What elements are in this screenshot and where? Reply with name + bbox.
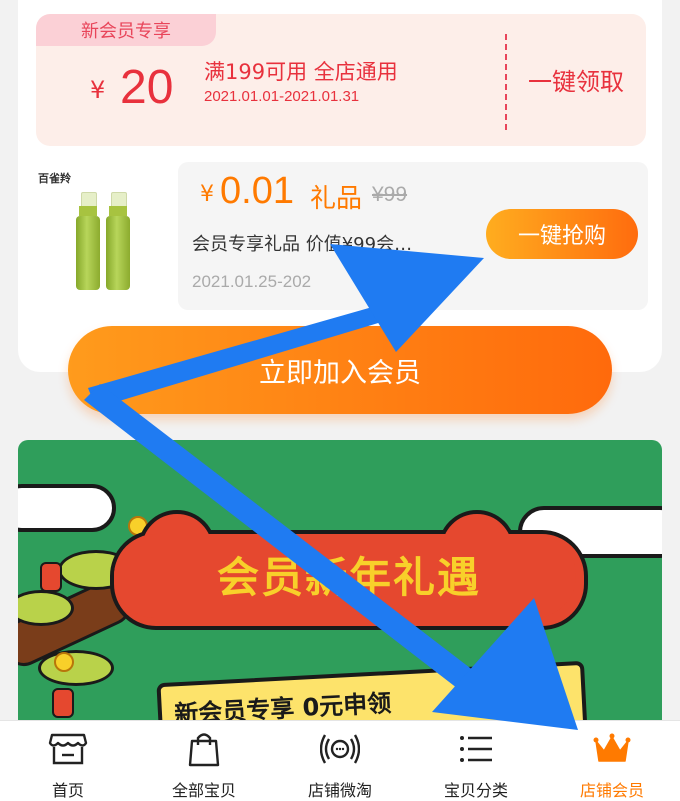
storefront-icon	[48, 733, 88, 765]
gift-price: 0.01	[220, 170, 294, 212]
brand-logo: 百雀羚	[38, 172, 71, 185]
claim-coupon-button[interactable]: 一键领取	[528, 62, 624, 97]
coin-icon	[54, 652, 74, 672]
bottle-left	[76, 192, 100, 292]
nav-label-membership: 店铺会员	[579, 781, 644, 800]
list-icon	[460, 736, 492, 762]
crown-icon	[593, 733, 631, 762]
nav-label-categories: 宝贝分类	[443, 781, 508, 800]
gift-description: 会员专享礼品 价值¥99会…	[192, 234, 413, 255]
banner-title: 会员新年礼遇	[216, 553, 481, 602]
coupon-validity: 2021.01.01-2021.01.31	[204, 88, 360, 105]
coupon-amount: 20	[120, 61, 174, 114]
nav-item-weitao[interactable]: 店铺微淘	[272, 721, 408, 801]
pine-leaf	[38, 650, 114, 686]
gift-validity: 2021.01.25-202	[192, 272, 312, 291]
nav-item-membership[interactable]: 店铺会员	[544, 721, 680, 801]
lantern-icon	[52, 688, 74, 718]
join-membership-button[interactable]: 立即加入会员	[68, 326, 612, 414]
nav-item-categories[interactable]: 宝贝分类	[408, 721, 544, 801]
bottom-nav: 首页 全部宝贝 店铺微淘 宝贝分类 店铺会员	[0, 720, 680, 801]
original-price: ¥99	[372, 183, 408, 206]
nav-item-all-items[interactable]: 全部宝贝	[136, 721, 272, 801]
nav-label-home: 首页	[51, 781, 84, 800]
new-year-banner[interactable]: 会员新年礼遇 新会员专享 0元申领	[18, 440, 662, 730]
coupon-condition: 满199可用 全店通用	[204, 60, 398, 84]
gift-item: 百雀羚 ¥ 0.01 礼品 ¥99 会员专享礼品 价值¥99会… 2021.01…	[28, 162, 648, 310]
nav-label-weitao: 店铺微淘	[307, 781, 372, 800]
new-member-tag: 新会员专享	[36, 14, 216, 46]
coupon-currency: ¥	[90, 76, 106, 104]
broadcast-icon	[320, 734, 360, 764]
lantern-icon	[40, 562, 62, 592]
shopping-bag-icon	[188, 733, 220, 767]
nav-item-home[interactable]: 首页	[0, 721, 136, 801]
gift-currency: ¥	[200, 182, 214, 207]
gift-type-label: 礼品	[310, 184, 363, 214]
coupon-card: 新会员专享 ¥ 20 满199可用 全店通用 2021.01.01-2021.0…	[36, 14, 646, 146]
grab-gift-button[interactable]: 一键抢购	[486, 209, 638, 259]
gift-info-panel: ¥ 0.01 礼品 ¥99 会员专享礼品 价值¥99会… 2021.01.25-…	[178, 162, 648, 310]
coupon-divider	[505, 34, 507, 130]
nav-label-all-items: 全部宝贝	[171, 781, 236, 800]
cloud-left	[18, 484, 116, 532]
product-image[interactable]: 百雀羚	[28, 162, 173, 310]
bottle-right	[106, 192, 130, 292]
